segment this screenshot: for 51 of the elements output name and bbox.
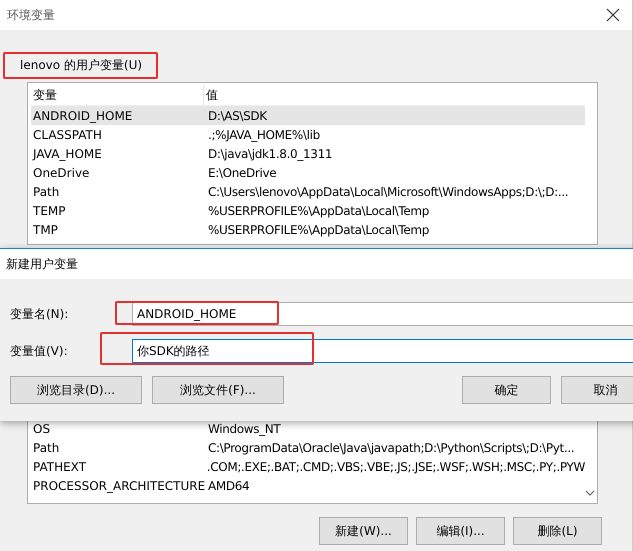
table-cell-text: OS (32, 422, 52, 436)
scroll-down-icon[interactable] (585, 490, 595, 497)
button[interactable]: 浏览目录(D)... (10, 376, 142, 404)
table-cell-text: JAVA_HOME (31, 146, 103, 160)
table-cell-text: OneDrive (32, 166, 90, 180)
column-header[interactable]: 变量 (31, 85, 204, 105)
dialog-title: 新建用户变量 (6, 256, 78, 272)
table-cell-text: TMP (32, 222, 59, 236)
list-row[interactable]: ANDROID_HOME D:\AS\SDK (31, 106, 585, 125)
button[interactable]: 新建(W)... (319, 517, 408, 545)
list-row[interactable]: OS Windows_NT (31, 419, 585, 438)
group-label: lenovo 的用户变量(U) (3, 52, 158, 79)
field-label: 变量值(V): (10, 342, 69, 360)
list-row[interactable]: TMP %USERPROFILE%\AppData\Local\Temp (31, 220, 585, 239)
table-cell-text: D:\AS\SDK (207, 108, 267, 122)
table-cell-text: Path (32, 184, 60, 198)
column-header[interactable]: 值 (204, 85, 218, 105)
table-cell-text: E:\OneDrive (207, 166, 276, 180)
list-row[interactable]: CLASSPATH .;%JAVA_HOME%\lib (31, 125, 585, 144)
table-cell-text: AMD64 (207, 478, 250, 492)
field-label: 变量名(N): (10, 306, 70, 322)
button[interactable]: 取消 (561, 376, 633, 404)
close-icon[interactable] (606, 8, 620, 22)
table-cell-text: C:\Users\lenovo\AppData\Local\Microsoft\WindowsApps;D:\;D:... (207, 184, 568, 198)
list-row[interactable]: Path C:\Users\lenovo\AppData\Local\Microsoft\WindowsApps;D:\;D:... (31, 182, 585, 201)
table-cell-text: .;%JAVA_HOME%\lib (207, 128, 320, 142)
input-field[interactable]: 你SDK的路径 (132, 339, 633, 363)
list-row[interactable]: Path C:\ProgramData\Oracle\Java\javapath;D:\Python\Scripts\;D:\Pyt... (31, 438, 585, 457)
table-cell-text: Path (32, 440, 60, 454)
table-cell-text: %USERPROFILE%\AppData\Local\Temp (207, 222, 429, 236)
table-cell-text: TEMP (32, 204, 67, 218)
window-title: 环境变量 (7, 6, 55, 24)
list-row[interactable]: PATHEXT .COM;.EXE;.BAT;.CMD;.VBS;.VBE;.JS;.JSE;.WSF;.WSH;.MSC;.PY;.PYW (31, 457, 585, 476)
table-cell-text: Windows_NT (207, 422, 280, 436)
button[interactable]: 删除(L) (513, 517, 602, 545)
button[interactable]: 编辑(I)... (416, 517, 505, 545)
list-row[interactable]: JAVA_HOME D:\java\jdk1.8.0_1311 (31, 144, 585, 163)
table-cell-text: %USERPROFILE%\AppData\Local\Temp (207, 204, 429, 218)
table-cell-text: D:\java\jdk1.8.0_1311 (207, 146, 332, 160)
table-cell-text: CLASSPATH (32, 128, 103, 142)
button[interactable]: 浏览文件(F)... (152, 376, 284, 404)
table-cell-text: .COM;.EXE;.BAT;.CMD;.VBS;.VBE;.JS;.JSE;.WSF;.WSH;.MSC;.PY;.PYW (206, 460, 585, 474)
list-row[interactable]: PROCESSOR_ARCHITECTURE AMD64 (31, 476, 585, 495)
input-field[interactable]: ANDROID_HOME (132, 302, 633, 326)
table-cell-text: PROCESSOR_ARCHITECTURE (32, 478, 206, 492)
list-row[interactable]: OneDrive E:\OneDrive (31, 163, 585, 182)
button[interactable]: 确定 (462, 376, 551, 404)
list-row[interactable]: TEMP %USERPROFILE%\AppData\Local\Temp (31, 201, 585, 220)
table-cell-text: C:\ProgramData\Oracle\Java\javapath;D:\Python\Scripts\;D:\Pyt... (207, 440, 574, 454)
table-cell-text: ANDROID_HOME (32, 108, 134, 122)
table-cell-text: PATHEXT (32, 460, 88, 474)
